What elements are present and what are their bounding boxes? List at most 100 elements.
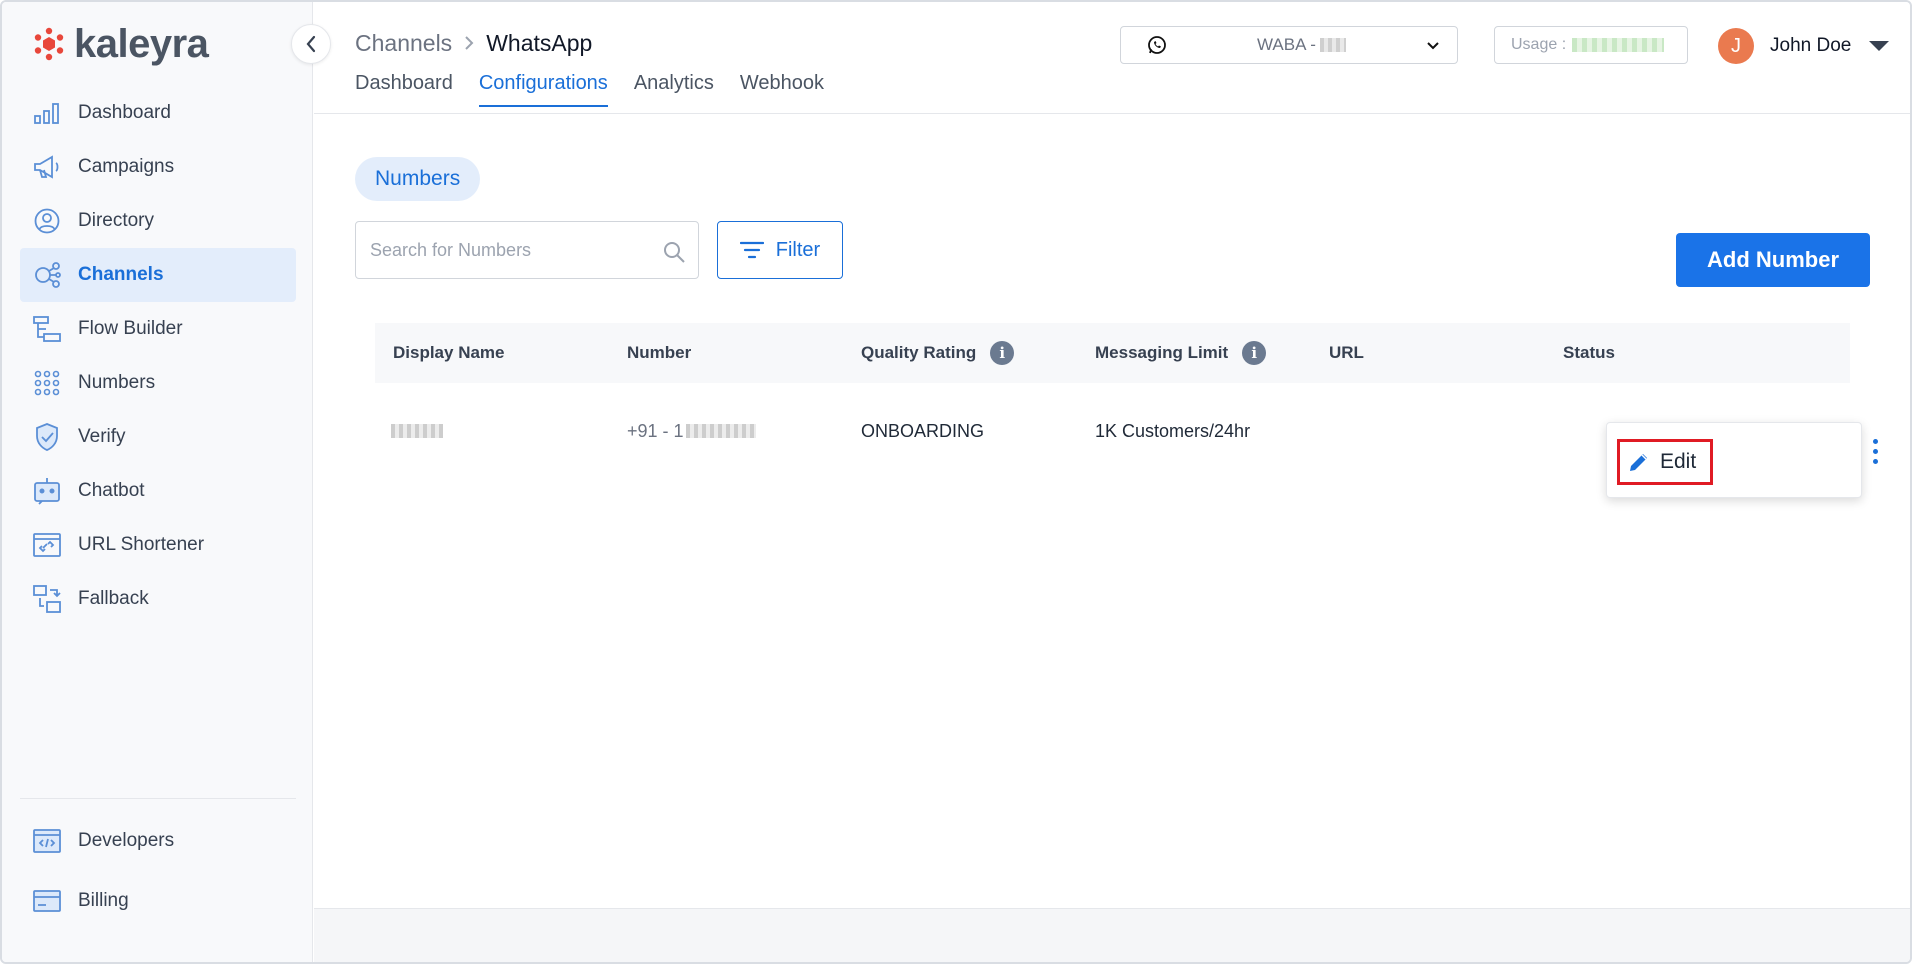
column-label: Quality Rating: [861, 343, 977, 362]
column-label: Number: [627, 343, 692, 362]
waba-redacted: [1319, 38, 1346, 52]
sidebar-item-verify[interactable]: Verify: [20, 410, 296, 464]
search-box[interactable]: [355, 221, 699, 279]
column-label: Display Name: [393, 343, 505, 362]
cell-quality-rating: ONBOARDING: [861, 420, 985, 441]
sidebar-item-fallback[interactable]: Fallback: [20, 572, 296, 626]
number-prefix: +91 - 1: [627, 420, 684, 441]
display-name-redacted: [391, 424, 443, 438]
col-status: Status: [1545, 343, 1779, 363]
cell-display-name: [375, 424, 609, 438]
sidebar-item-label: Numbers: [78, 372, 156, 393]
sidebar-item-label: Verify: [78, 426, 126, 447]
footer-bar: [314, 908, 1910, 962]
column-label: URL: [1329, 343, 1364, 362]
waba-selector[interactable]: WABA -: [1120, 26, 1458, 64]
sidebar-item-label: Directory: [78, 210, 155, 231]
filter-label: Filter: [775, 238, 821, 261]
usage-indicator: Usage :: [1494, 26, 1688, 64]
waba-label: WABA -: [1257, 35, 1316, 54]
brand-name: kaleyra: [74, 22, 209, 66]
table-header: Display Name Number Quality Rating i Mess…: [375, 323, 1850, 383]
sidebar-item-channels[interactable]: Channels: [20, 248, 296, 302]
col-number: Number: [609, 343, 843, 363]
sidebar-item-dashboard[interactable]: Dashboard: [20, 86, 296, 140]
cell-messaging-limit: 1K Customers/24hr: [1095, 420, 1251, 441]
sidebar-item-label: Campaigns: [78, 156, 175, 177]
search-input[interactable]: [370, 239, 640, 261]
flow-icon: [32, 314, 62, 344]
user-name: John Doe: [1770, 35, 1852, 56]
edit-menu-item[interactable]: Edit: [1617, 439, 1713, 485]
breadcrumb: Channels WhatsApp: [355, 30, 592, 57]
row-more-options-button[interactable]: [1865, 431, 1885, 471]
code-icon: [32, 826, 62, 856]
col-url: URL: [1311, 343, 1545, 363]
user-menu[interactable]: J John Doe: [1718, 28, 1890, 64]
chevron-right-icon: [464, 31, 474, 57]
sidebar-item-label: Fallback: [78, 588, 149, 609]
edit-label: Edit: [1660, 450, 1697, 473]
avatar: J: [1718, 28, 1754, 64]
fallback-icon: [32, 584, 62, 614]
sidebar-item-label: Flow Builder: [78, 318, 183, 339]
bar-chart-icon: [32, 98, 62, 128]
kaleyra-logo[interactable]: kaleyra: [32, 22, 209, 66]
search-icon: [664, 242, 685, 263]
tab-configurations[interactable]: Configurations: [478, 72, 608, 107]
tab-dashboard[interactable]: Dashboard: [355, 72, 453, 107]
column-label: Status: [1563, 343, 1615, 362]
logo-mark-icon: [32, 27, 66, 61]
link-icon: [32, 530, 62, 560]
filter-button[interactable]: Filter: [717, 221, 843, 279]
sidebar-item-label: Chatbot: [78, 480, 145, 501]
sidebar-item-flow-builder[interactable]: Flow Builder: [20, 302, 296, 356]
sidebar-item-chatbot[interactable]: Chatbot: [20, 464, 296, 518]
whatsapp-icon: [1148, 36, 1166, 54]
dialpad-icon: [32, 368, 62, 398]
sidebar-item-url-shortener[interactable]: URL Shortener: [20, 518, 296, 572]
col-messaging-limit: Messaging Limit i: [1077, 341, 1311, 365]
caret-down-icon: [1869, 41, 1890, 51]
tab-webhook[interactable]: Webhook: [740, 72, 824, 107]
filter-icon: [739, 241, 764, 259]
numbers-table: Display Name Number Quality Rating i Mess…: [375, 323, 1878, 498]
sidebar-item-billing[interactable]: Billing: [20, 871, 296, 931]
megaphone-icon: [32, 152, 62, 182]
col-quality-rating: Quality Rating i: [843, 341, 1077, 365]
sidebar-item-campaigns[interactable]: Campaigns: [20, 140, 296, 194]
breadcrumb-channels-link[interactable]: Channels: [355, 30, 452, 57]
sidebar-item-developers[interactable]: Developers: [20, 811, 296, 871]
sidebar-item-numbers[interactable]: Numbers: [20, 356, 296, 410]
usage-label: Usage :: [1511, 36, 1567, 53]
main-content: Numbers Filter Add Number Display Name N…: [314, 115, 1910, 909]
chevron-left-icon: [306, 35, 316, 53]
sidebar-item-label: Dashboard: [78, 102, 171, 123]
sidebar-item-label: Channels: [78, 264, 164, 285]
col-display-name: Display Name: [375, 343, 609, 363]
sidebar-item-label: URL Shortener: [78, 534, 205, 555]
tab-analytics[interactable]: Analytics: [634, 72, 714, 107]
shield-check-icon: [32, 422, 62, 452]
tabs: Dashboard Configurations Analytics Webho…: [355, 72, 824, 107]
usage-redacted: [1572, 38, 1665, 52]
credit-card-icon: [32, 886, 62, 916]
add-number-button[interactable]: Add Number: [1676, 233, 1870, 287]
chevron-down-icon: [1427, 42, 1439, 50]
sidebar-bottom-nav: Developers Billing: [20, 798, 296, 931]
sidebar-item-label: Developers: [78, 830, 175, 851]
column-label: Messaging Limit: [1095, 343, 1229, 362]
pencil-icon: [1630, 454, 1647, 471]
info-icon[interactable]: i: [990, 341, 1015, 365]
info-icon[interactable]: i: [1242, 341, 1267, 365]
number-redacted: [685, 424, 756, 438]
numbers-section-pill[interactable]: Numbers: [355, 157, 481, 201]
top-bar: Channels WhatsApp Dashboard Configuratio…: [314, 2, 1910, 114]
app-window: kaleyra Dashboard Campaigns Directory Ch…: [0, 0, 1912, 964]
row-context-menu: Edit: [1606, 422, 1862, 498]
sidebar-nav: Dashboard Campaigns Directory Channels F…: [20, 86, 296, 626]
breadcrumb-current: WhatsApp: [486, 30, 593, 56]
collapse-sidebar-button[interactable]: [291, 24, 331, 64]
sidebar: kaleyra Dashboard Campaigns Directory Ch…: [2, 2, 313, 962]
sidebar-item-directory[interactable]: Directory: [20, 194, 296, 248]
